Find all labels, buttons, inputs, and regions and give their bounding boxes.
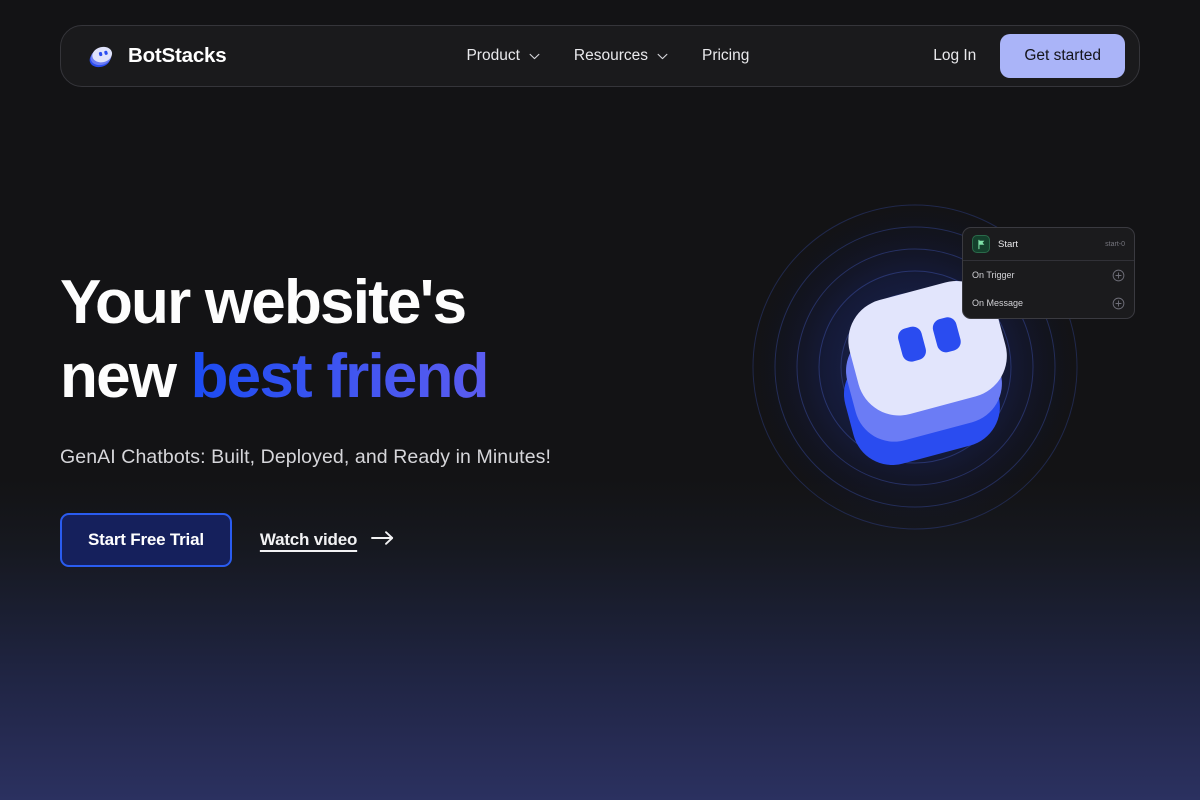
start-free-trial-button[interactable]: Start Free Trial bbox=[60, 513, 232, 567]
flow-node-panel: Start start-0 On Trigger On Message bbox=[962, 227, 1135, 319]
main-navigation-bar: BotStacks Product Resources Pricing Log … bbox=[60, 25, 1140, 87]
arrow-right-icon bbox=[370, 530, 396, 551]
page-root: BotStacks Product Resources Pricing Log … bbox=[0, 0, 1200, 800]
plus-circle-icon[interactable] bbox=[1112, 269, 1125, 282]
get-started-button[interactable]: Get started bbox=[1000, 34, 1125, 78]
plus-circle-icon[interactable] bbox=[1112, 297, 1125, 310]
flow-node-id: start-0 bbox=[1105, 240, 1125, 248]
nav-item-pricing[interactable]: Pricing bbox=[702, 47, 749, 65]
chevron-down-icon bbox=[529, 53, 540, 60]
brand-name: BotStacks bbox=[128, 44, 227, 67]
headline-line-2-plain: new bbox=[60, 342, 191, 411]
botstacks-mascot-icon bbox=[87, 41, 117, 71]
nav-actions: Log In Get started bbox=[933, 34, 1125, 78]
hero-text-block: Your website's new best friend GenAI Cha… bbox=[60, 272, 680, 567]
green-flag-icon bbox=[972, 235, 990, 253]
nav-links: Product Resources Pricing bbox=[466, 47, 749, 65]
watch-video-link[interactable]: Watch video bbox=[260, 530, 396, 551]
nav-item-resources[interactable]: Resources bbox=[574, 47, 668, 65]
flow-row-on-trigger[interactable]: On Trigger bbox=[963, 261, 1134, 289]
headline-line-2-gradient: best friend bbox=[190, 342, 490, 411]
page-title: Your website's new best friend bbox=[60, 272, 680, 408]
nav-item-product[interactable]: Product bbox=[466, 47, 540, 65]
headline-line-2: new best friend bbox=[60, 346, 680, 408]
headline-line-1: Your website's bbox=[60, 268, 467, 337]
flow-node-title: Start bbox=[998, 238, 1019, 250]
flow-row-on-message[interactable]: On Message bbox=[963, 289, 1134, 317]
hero-cta-row: Start Free Trial Watch video bbox=[60, 513, 680, 567]
flow-node-header[interactable]: Start start-0 bbox=[963, 228, 1134, 261]
brand-logo-link[interactable]: BotStacks bbox=[87, 41, 227, 71]
nav-item-pricing-label: Pricing bbox=[701, 47, 750, 64]
watch-video-label: Watch video bbox=[259, 530, 358, 549]
nav-item-resources-label: Resources bbox=[573, 47, 648, 64]
hero-subheadline: GenAI Chatbots: Built, Deployed, and Rea… bbox=[60, 446, 552, 468]
chevron-down-icon bbox=[657, 53, 668, 60]
nav-item-product-label: Product bbox=[466, 47, 520, 64]
login-link[interactable]: Log In bbox=[933, 47, 976, 65]
flow-row-label: On Message bbox=[972, 298, 1024, 308]
flow-row-label: On Trigger bbox=[972, 270, 1015, 280]
